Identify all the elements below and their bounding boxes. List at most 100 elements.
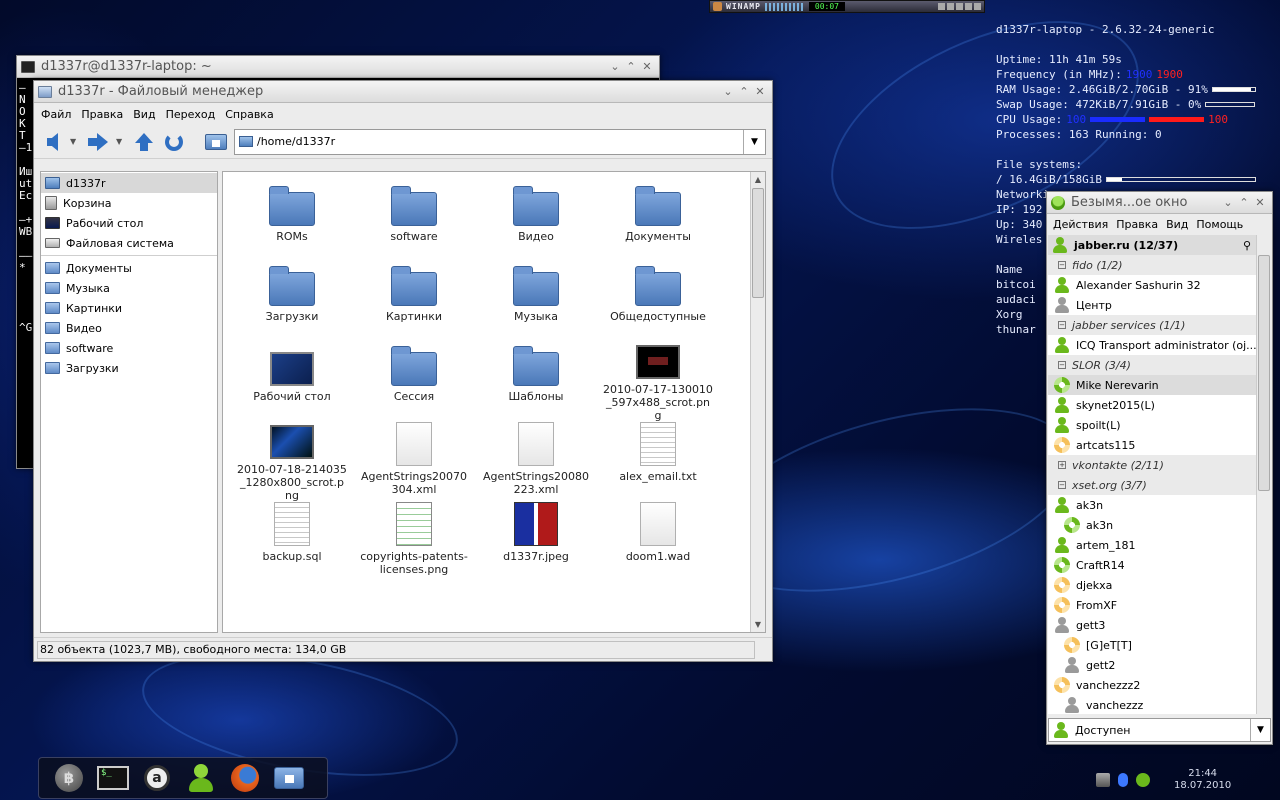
contact-scroll-thumb[interactable] [1258,255,1270,491]
menu-help[interactable]: Справка [225,108,273,121]
back-history-dropdown[interactable]: ▼ [70,137,80,146]
sidebar-item[interactable]: Файловая система [41,233,217,253]
forward-history-dropdown[interactable]: ▼ [116,137,126,146]
sidebar-item[interactable]: software [41,338,217,358]
sidebar-item[interactable]: Рабочий стол [41,213,217,233]
file-manager-window[interactable]: d1337r - Файловый менеджер ⌄ ⌃ ✕ Файл Пр… [33,80,773,662]
sidebar-item[interactable]: Документы [41,258,217,278]
icon-view-scrollbar[interactable]: ▲ ▼ [750,172,765,632]
contact-row[interactable]: skynet2015(L) [1048,395,1271,415]
presence-dropdown-button[interactable]: ▼ [1250,719,1270,741]
fm-maximize-button[interactable]: ⌃ [736,85,752,98]
scroll-down-button[interactable]: ▼ [751,617,765,632]
sidebar-item[interactable]: Загрузки [41,358,217,378]
file-item[interactable]: Шаблоны [475,342,597,422]
network-icon[interactable] [1096,773,1110,787]
clock[interactable]: 21:44 18.07.2010 [1174,768,1231,792]
file-item[interactable]: d1337r.jpeg [475,502,597,582]
menu-go[interactable]: Переход [166,108,216,121]
file-icon-view[interactable]: ROMs software Видео Документы Загрузки Картин… [222,171,766,633]
contact-row[interactable]: ak3n [1048,515,1271,535]
terminal-menu-button[interactable]: ⌄ [607,60,623,73]
menu-file[interactable]: Файл [41,108,71,121]
winamp-stop-button[interactable] [965,3,972,10]
jabber-titlebar[interactable]: Безымя...ое окно ⌄ ⌃ ✕ [1047,192,1272,214]
contact-row[interactable]: ak3n [1048,495,1271,515]
jabber-menu-view[interactable]: Вид [1166,218,1188,231]
scroll-thumb[interactable] [752,188,764,298]
jabber-close-button[interactable]: ✕ [1252,196,1268,209]
jabber-window[interactable]: Безымя...ое окно ⌄ ⌃ ✕ Действия Правка В… [1046,191,1273,745]
contact-row[interactable]: gett2 [1048,655,1271,675]
jabber-menu-edit[interactable]: Правка [1116,218,1158,231]
menu-view[interactable]: Вид [133,108,155,121]
contact-row[interactable]: artcats115 [1048,435,1271,455]
back-button[interactable] [40,130,64,154]
contact-row[interactable]: gett3 [1048,615,1271,635]
contact-list[interactable]: jabber.ru (12/37) ⚲ − fido (1/2) Alexander S… [1048,235,1271,714]
contact-row[interactable]: FromXF [1048,595,1271,615]
winamp-play-button[interactable] [947,3,954,10]
bluetooth-icon[interactable] [1118,773,1128,787]
contact-row[interactable]: Alexander Sashurin 32 [1048,275,1271,295]
dock-file-manager-launcher[interactable] [273,762,305,794]
scroll-up-button[interactable]: ▲ [751,172,765,187]
presence-selector[interactable]: Доступен ▼ [1048,718,1271,742]
dock-bitcoin-launcher[interactable]: ฿ [53,762,85,794]
location-dropdown-button[interactable]: ▼ [743,129,765,154]
file-item[interactable]: Общедоступные [597,262,719,342]
file-item[interactable]: Сессия [353,342,475,422]
account-row[interactable]: jabber.ru (12/37) ⚲ [1048,235,1271,255]
contact-row[interactable]: djekxa [1048,575,1271,595]
dock-jabber-launcher[interactable] [185,762,217,794]
sidebar-item[interactable]: Корзина [41,193,217,213]
search-icon[interactable]: ⚲ [1243,239,1251,252]
winamp-bar[interactable]: WINAMP 00:07 [709,0,985,13]
file-item[interactable]: Картинки [353,262,475,342]
up-button[interactable] [132,130,156,154]
sidebar-item[interactable]: Картинки [41,298,217,318]
jabber-maximize-button[interactable]: ⌃ [1236,196,1252,209]
menu-edit[interactable]: Правка [81,108,123,121]
jabber-menu-actions[interactable]: Действия [1053,218,1108,231]
file-item[interactable]: Видео [475,182,597,262]
contact-row[interactable]: CraftR14 [1048,555,1271,575]
jabber-minimize-button[interactable]: ⌄ [1220,196,1236,209]
contact-list-scrollbar[interactable] [1256,235,1271,714]
file-item[interactable]: Рабочий стол [231,342,353,422]
file-item[interactable]: doom1.wad [597,502,719,582]
terminal-close-button[interactable]: ✕ [639,60,655,73]
dock-firefox-launcher[interactable] [229,762,261,794]
contact-row[interactable]: [G]eT[T] [1048,635,1271,655]
sidebar-item[interactable]: Музыка [41,278,217,298]
file-item[interactable]: software [353,182,475,262]
file-item[interactable]: ROMs [231,182,353,262]
jabber-menu-help[interactable]: Помощь [1196,218,1243,231]
contact-row[interactable]: ICQ Transport administrator (oj... [1048,335,1271,355]
contact-group[interactable]: + vkontakte (2/11) [1048,455,1271,475]
contact-group[interactable]: − jabber services (1/1) [1048,315,1271,335]
location-bar[interactable]: /home/d1337r ▼ [234,128,766,155]
terminal-titlebar[interactable]: d1337r@d1337r-laptop: ~ ⌄ ⌃ ✕ [17,56,659,78]
winamp-prev-button[interactable] [938,3,945,10]
contact-row[interactable]: artem_181 [1048,535,1271,555]
file-item[interactable]: AgentStrings20080223.xml [475,422,597,502]
file-item[interactable]: 2010-07-17-130010_597x488_scrot.png [597,342,719,422]
file-item[interactable]: Загрузки [231,262,353,342]
sidebar-item[interactable]: Видео [41,318,217,338]
file-item[interactable]: 2010-07-18-214035_1280x800_scrot.png [231,422,353,502]
contact-row[interactable]: vanchezzz [1048,695,1271,714]
terminal-maximize-button[interactable]: ⌃ [623,60,639,73]
file-item[interactable]: backup.sql [231,502,353,582]
fm-titlebar[interactable]: d1337r - Файловый менеджер ⌄ ⌃ ✕ [34,81,772,103]
dock-terminal-launcher[interactable]: $_ [97,762,129,794]
sidebar-item[interactable]: d1337r [41,173,217,193]
file-item[interactable]: Документы [597,182,719,262]
file-item[interactable]: copyrights-patents-licenses.png [353,502,475,582]
forward-button[interactable] [86,130,110,154]
contact-row[interactable]: vanchezzz2 [1048,675,1271,695]
fm-minimize-button[interactable]: ⌄ [720,85,736,98]
contact-group[interactable]: − fido (1/2) [1048,255,1271,275]
winamp-next-button[interactable] [974,3,981,10]
contact-row[interactable]: Mike Nerevarin [1048,375,1271,395]
